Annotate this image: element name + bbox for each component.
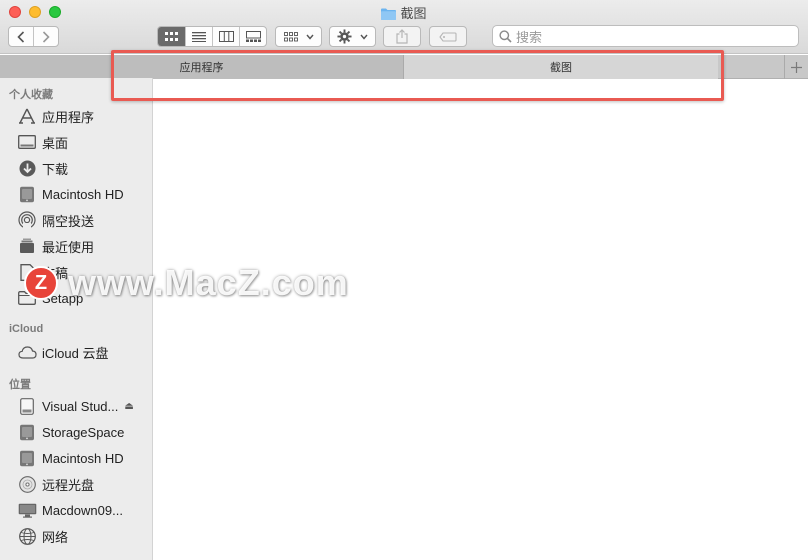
view-mode-group (157, 26, 267, 47)
sidebar-item-macintosh-hd[interactable]: Macintosh HD (17, 183, 147, 205)
hard-drive-icon (17, 185, 37, 203)
list-view-button[interactable] (186, 27, 213, 46)
tag-icon (439, 31, 457, 42)
sidebar-section-locations: 位置 (9, 379, 31, 391)
share-icon (396, 29, 408, 44)
hard-drive-icon (17, 449, 37, 467)
sidebar-item-desktop[interactable]: 桌面 (17, 131, 147, 153)
action-button[interactable] (329, 26, 376, 47)
sidebar-item-label: iCloud 云盘 (42, 345, 109, 361)
group-grid-icon (283, 31, 298, 41)
share-button[interactable] (383, 26, 421, 47)
sidebar-item-label: 隔空投送 (42, 213, 95, 229)
sidebar-item-macdown[interactable]: Macdown09... (17, 499, 147, 521)
sidebar-item-label: Visual Stud... (42, 398, 119, 414)
window-title: 截图 (0, 3, 808, 22)
sidebar-item-applications[interactable]: 应用程序 (17, 105, 147, 127)
desktop-icon (17, 133, 37, 151)
icon-grid-icon (164, 31, 178, 41)
forward-button[interactable] (34, 27, 58, 46)
sidebar-item-label: StorageSpace (42, 424, 125, 440)
chevron-down-icon (360, 34, 368, 40)
gallery-icon (245, 31, 261, 42)
sidebar-item-label: 网络 (42, 529, 69, 545)
airdrop-icon (17, 211, 37, 229)
sidebar-item-label: 最近使用 (42, 239, 95, 255)
column-view-button[interactable] (213, 27, 240, 46)
group-by-button[interactable] (275, 26, 322, 47)
computer-icon (17, 501, 37, 519)
highlight-annotation-box (111, 50, 724, 101)
sidebar-section-favorites: 个人收藏 (9, 89, 53, 101)
list-icon (192, 31, 206, 42)
download-icon (17, 159, 37, 177)
network-icon (17, 527, 37, 545)
tags-button[interactable] (429, 26, 467, 47)
sidebar-item-macintosh-hd-2[interactable]: Macintosh HD (17, 447, 147, 469)
columns-icon (218, 31, 234, 42)
search-icon (499, 29, 512, 43)
watermark-logo: Z (24, 266, 58, 300)
sidebar-item-label: 应用程序 (42, 109, 95, 125)
sidebar-section-icloud: iCloud (9, 323, 44, 335)
search-field[interactable]: 搜索 (492, 25, 799, 47)
gallery-view-button[interactable] (240, 27, 266, 46)
navigation-group (8, 26, 59, 47)
chevron-down-icon (305, 34, 314, 40)
gear-icon (337, 29, 352, 44)
sidebar-item-label: Macdown09... (42, 502, 123, 518)
sidebar-item-label: 桌面 (42, 135, 69, 151)
sidebar-item-downloads[interactable]: 下载 (17, 157, 147, 179)
sidebar-item-label: 下载 (42, 161, 69, 177)
cloud-icon (17, 343, 37, 361)
sidebar: 个人收藏 应用程序 桌面 下载 Macintosh HD 隔空投送 最近使用 文… (0, 78, 153, 560)
sidebar-item-remote-disc[interactable]: 远程光盘 (17, 473, 147, 495)
sidebar-item-label: 远程光盘 (42, 477, 95, 493)
sidebar-item-airdrop[interactable]: 隔空投送 (17, 209, 147, 231)
new-tab-button[interactable] (784, 55, 808, 79)
optical-disc-icon (17, 475, 37, 493)
sidebar-item-icloud-drive[interactable]: iCloud 云盘 (17, 341, 147, 363)
plus-icon (791, 61, 802, 73)
watermark: Z www.MacZ.com (24, 262, 349, 304)
sidebar-item-visual-studio[interactable]: Visual Stud... ⏏ (17, 395, 147, 417)
watermark-text: www.MacZ.com (68, 262, 349, 303)
file-content-area[interactable] (153, 79, 808, 560)
search-placeholder: 搜索 (516, 29, 543, 45)
back-button[interactable] (9, 27, 34, 46)
folder-icon (381, 8, 397, 20)
window-title-text: 截图 (400, 6, 427, 21)
eject-icon[interactable]: ⏏ (124, 401, 133, 412)
disk-icon (17, 397, 37, 415)
icon-view-button[interactable] (158, 27, 186, 46)
recents-icon (17, 237, 37, 255)
sidebar-item-recents[interactable]: 最近使用 (17, 235, 147, 257)
sidebar-item-label: Macintosh HD (42, 186, 124, 202)
sidebar-item-network[interactable]: 网络 (17, 525, 147, 547)
sidebar-item-label: Macintosh HD (42, 450, 124, 466)
sidebar-item-storagespace[interactable]: StorageSpace (17, 421, 147, 443)
applications-icon (17, 107, 37, 125)
disk-icon (17, 423, 37, 441)
chevron-right-icon (42, 30, 50, 43)
toolbar: 截图 搜索 (0, 0, 808, 54)
chevron-left-icon (17, 30, 25, 43)
